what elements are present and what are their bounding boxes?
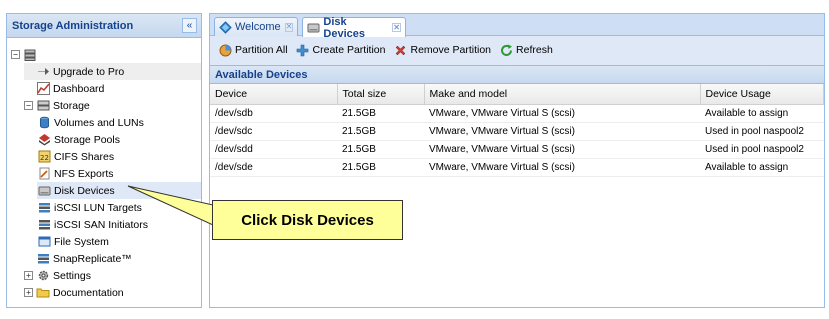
callout-text: Click Disk Devices <box>241 211 374 229</box>
callout-box: Click Disk Devices <box>212 200 403 240</box>
callout-pointer <box>127 185 214 226</box>
